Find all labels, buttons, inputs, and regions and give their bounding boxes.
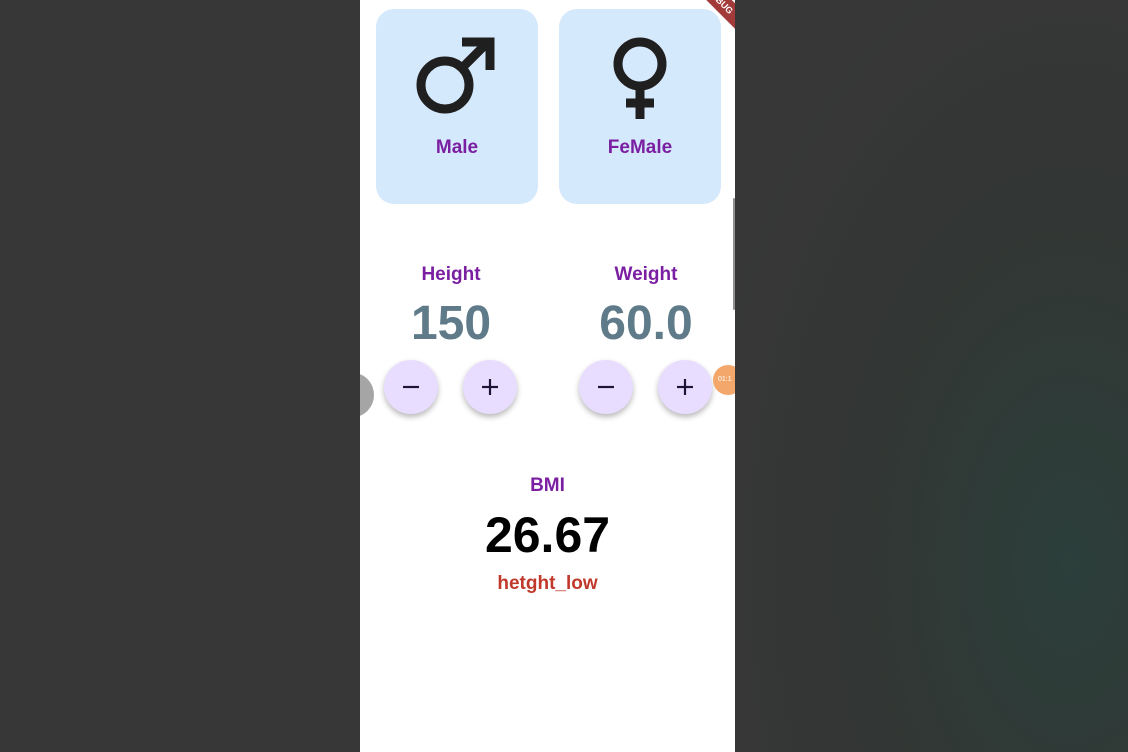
- weight-value: 60.0: [599, 297, 693, 350]
- height-increment-button[interactable]: [463, 360, 517, 414]
- minus-icon: [403, 385, 419, 389]
- minus-icon: [598, 385, 614, 389]
- male-label: Male: [435, 137, 479, 158]
- male-icon: [416, 37, 495, 114]
- bmi-value: 26.67: [484, 507, 611, 563]
- female-icon: [613, 37, 667, 119]
- plus-icon: [482, 379, 498, 395]
- recording-timer-bubble[interactable]: 01:1: [713, 365, 735, 395]
- bmi-label: BMI: [530, 475, 565, 496]
- weight-decrement-button[interactable]: [579, 360, 633, 414]
- height-value: 150: [410, 297, 492, 350]
- weight-label: Weight: [614, 264, 678, 285]
- female-label: FeMale: [607, 137, 673, 158]
- weight-increment-button[interactable]: [658, 360, 712, 414]
- floating-bubble[interactable]: [360, 373, 374, 417]
- edge-handle[interactable]: [733, 198, 735, 310]
- male-card[interactable]: Male: [376, 9, 538, 204]
- female-card[interactable]: FeMale: [559, 9, 721, 204]
- height-label: Height: [421, 264, 481, 285]
- app-screen: DEBUG Male FeMale Height 150 Weight 60.0…: [360, 0, 735, 752]
- bmi-status: hetght_low: [497, 573, 598, 594]
- plus-icon: [677, 379, 693, 395]
- height-decrement-button[interactable]: [384, 360, 438, 414]
- desktop-background: [735, 0, 1128, 752]
